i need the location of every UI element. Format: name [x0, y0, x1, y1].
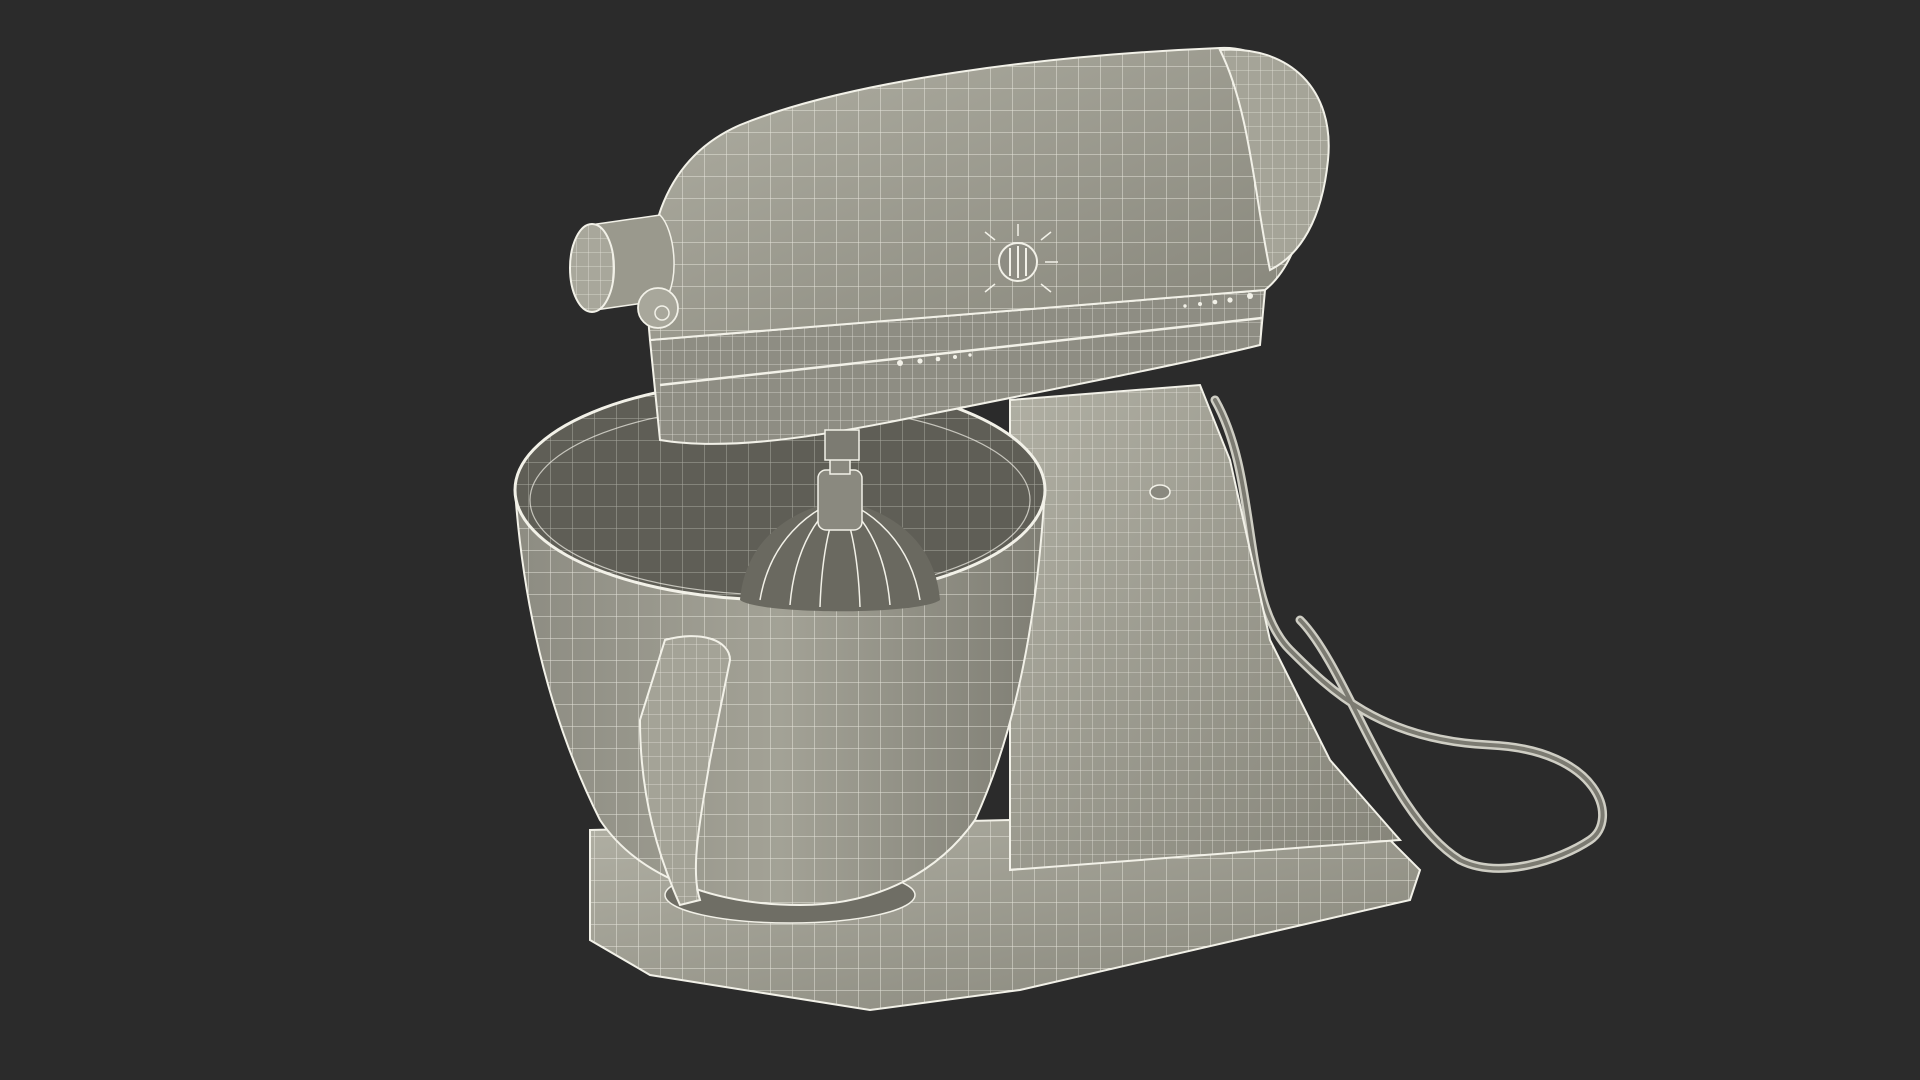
mixer-column	[1009, 383, 1403, 872]
mixer-render	[513, 46, 1608, 1012]
hub-knob-icon	[637, 287, 679, 329]
mixing-bowl	[513, 378, 1047, 907]
beater-shaft	[824, 429, 860, 461]
render-viewport	[0, 0, 1920, 1080]
lock-lever-icon	[1149, 484, 1171, 500]
motor-head	[646, 46, 1330, 445]
